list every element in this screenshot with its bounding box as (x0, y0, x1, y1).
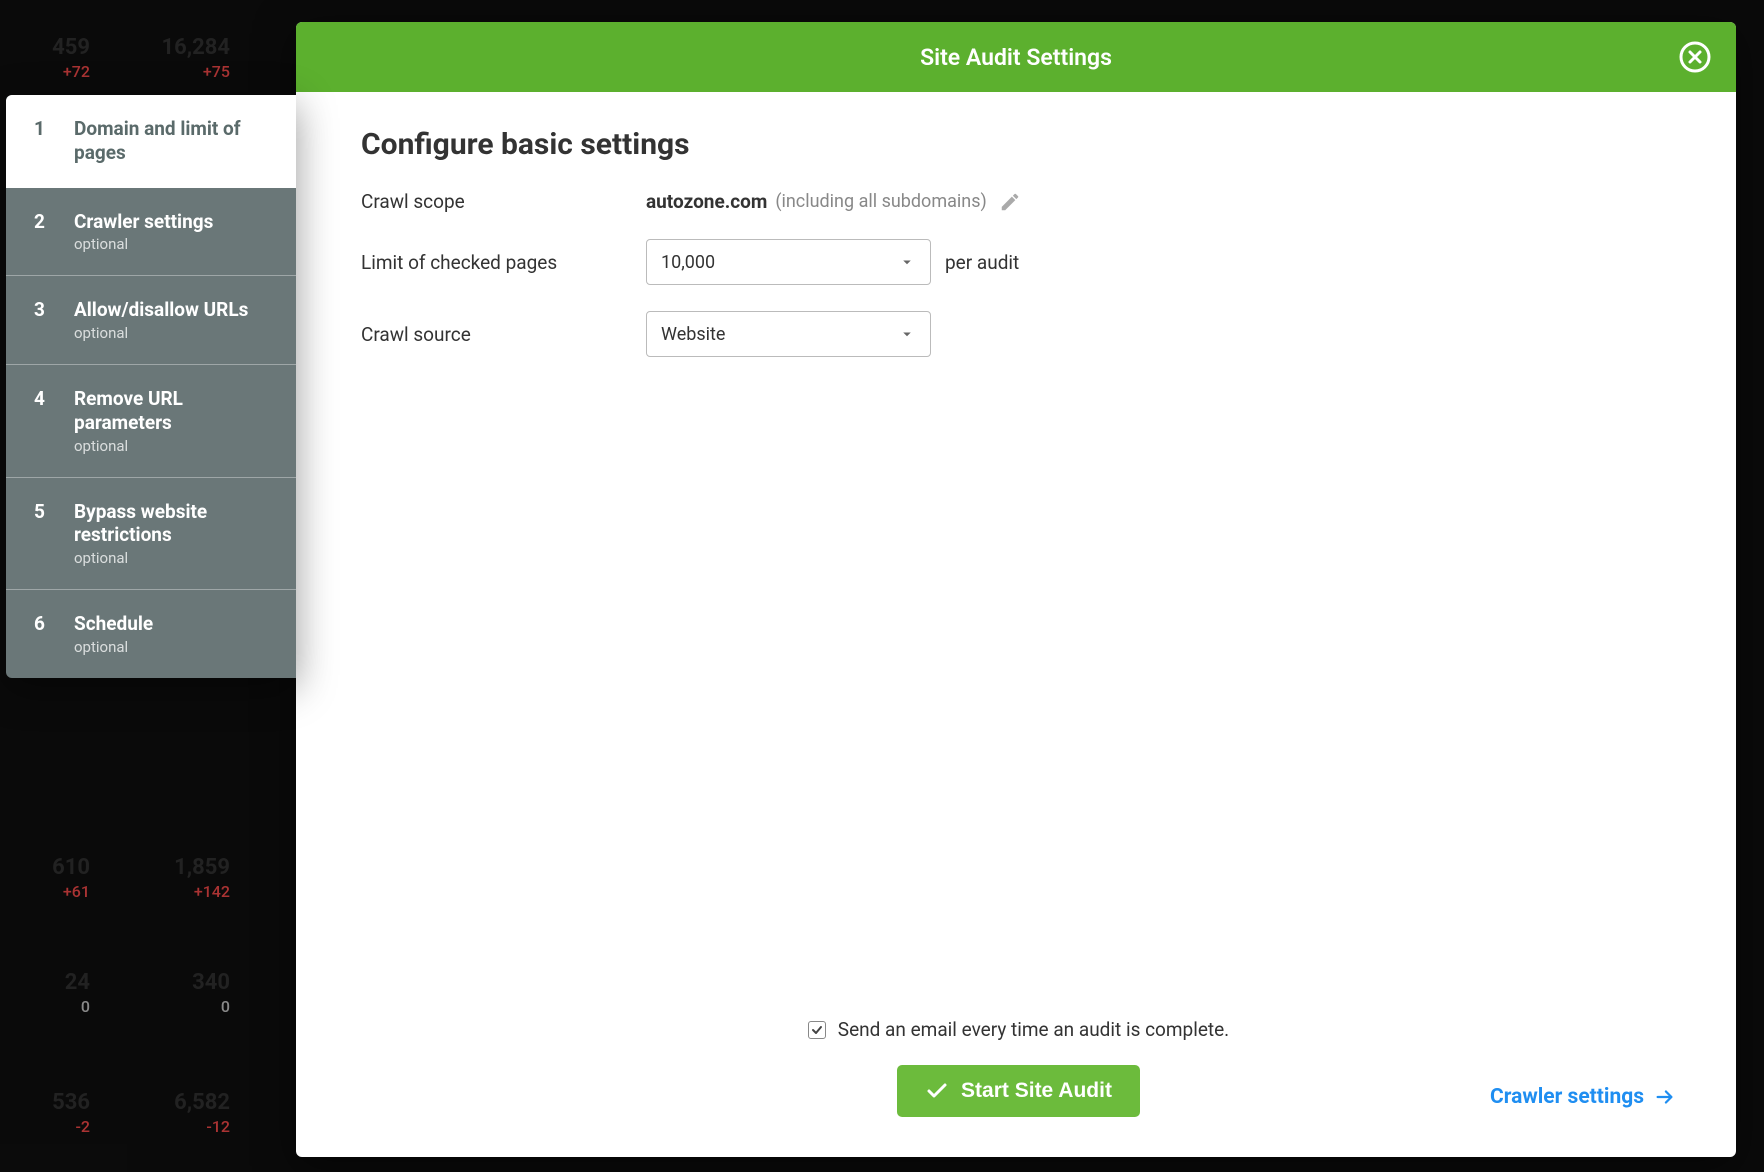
sidebar-step-2[interactable]: 2 Crawler settingsoptional (6, 188, 296, 277)
step-optional-label: optional (74, 437, 276, 455)
cell-value: 6,582 (150, 1090, 230, 1115)
email-notification-row: Send an email every time an audit is com… (361, 1018, 1676, 1041)
close-button[interactable] (1678, 40, 1712, 74)
wizard-sidebar: 1 Domain and limit of pages 2 Crawler setti… (6, 95, 296, 678)
cell-delta: 0 (150, 997, 230, 1016)
step-number: 4 (34, 387, 52, 455)
table-row: 24 0 340 0 (0, 955, 260, 1031)
table-row: 459 +72 16,284 +75 (0, 20, 260, 96)
crawl-scope-label: Crawl scope (361, 190, 646, 213)
cell-delta: +61 (10, 882, 90, 901)
cell-value: 536 (10, 1090, 90, 1115)
step-optional-label: optional (74, 638, 276, 656)
sidebar-step-1[interactable]: 1 Domain and limit of pages (6, 95, 296, 188)
table-row: 610 +61 1,859 +142 (0, 840, 260, 916)
start-site-audit-button[interactable]: Start Site Audit (897, 1065, 1140, 1117)
cell-value: 340 (150, 970, 230, 995)
step-title: Schedule (74, 612, 276, 636)
limit-select[interactable]: 10,000 (646, 239, 931, 285)
crawl-source-row: Crawl source Website (361, 311, 1676, 357)
next-link-label: Crawler settings (1490, 1085, 1644, 1109)
cell-value: 610 (10, 855, 90, 880)
crawl-scope-domain: autozone.com (646, 190, 767, 213)
chevron-down-icon (898, 325, 916, 343)
close-icon (1678, 40, 1712, 74)
modal-footer: Send an email every time an audit is com… (361, 1018, 1676, 1127)
crawler-settings-link[interactable]: Crawler settings (1490, 1085, 1676, 1109)
limit-value: 10,000 (661, 252, 715, 273)
step-number: 1 (34, 117, 52, 165)
sidebar-step-6[interactable]: 6 Schedule optional (6, 590, 296, 678)
cell-delta: +142 (150, 882, 230, 901)
email-checkbox-label: Send an email every time an audit is com… (838, 1018, 1229, 1041)
cell-delta: +72 (10, 62, 90, 81)
step-title: Domain and limit of pages (74, 117, 276, 165)
cell-delta: -2 (10, 1117, 90, 1136)
cell-value: 459 (10, 35, 90, 60)
crawl-scope-note: (including all subdomains) (775, 191, 986, 212)
crawl-scope-row: Crawl scope autozone.com (including all … (361, 190, 1676, 213)
step-optional-label: optional (74, 549, 276, 567)
limit-suffix: per audit (945, 251, 1019, 274)
sidebar-step-4[interactable]: 4 Remove URL parameters optional (6, 365, 296, 478)
section-title: Configure basic settings (361, 127, 1676, 162)
sidebar-step-3[interactable]: 3 Allow/disallow URLs optional (6, 276, 296, 365)
cell-value: 1,859 (150, 855, 230, 880)
check-icon (925, 1079, 949, 1103)
table-row: 536 -2 6,582 -12 (0, 1075, 260, 1151)
step-title: Remove URL parameters (74, 387, 276, 435)
arrow-right-icon (1654, 1086, 1676, 1108)
modal-header: Site Audit Settings (296, 22, 1736, 92)
chevron-down-icon (898, 253, 916, 271)
cell-value: 24 (10, 970, 90, 995)
site-audit-settings-modal: Site Audit Settings Configure basic sett… (296, 22, 1736, 1157)
step-number: 2 (34, 210, 52, 254)
step-title: Bypass website restrictions (74, 500, 276, 548)
modal-body: Configure basic settings Crawl scope aut… (296, 92, 1736, 1157)
sidebar-step-5[interactable]: 5 Bypass website restrictionsoptional (6, 478, 296, 591)
limit-row: Limit of checked pages 10,000 per audit (361, 239, 1676, 285)
step-title: Allow/disallow URLs (74, 298, 276, 322)
start-button-label: Start Site Audit (961, 1079, 1112, 1103)
step-optional-label: optional (74, 324, 276, 342)
step-title: Crawler settings (74, 210, 276, 234)
cell-delta: +75 (150, 62, 230, 81)
check-icon (811, 1024, 823, 1036)
crawl-source-label: Crawl source (361, 323, 646, 346)
step-number: 5 (34, 500, 52, 568)
cell-delta: -12 (150, 1117, 230, 1136)
email-checkbox[interactable] (808, 1021, 826, 1039)
crawl-source-value: Website (661, 324, 725, 345)
crawl-source-select[interactable]: Website (646, 311, 931, 357)
step-optional-label: optional (74, 235, 276, 253)
pencil-icon[interactable] (999, 191, 1021, 213)
step-number: 6 (34, 612, 52, 656)
limit-label: Limit of checked pages (361, 251, 646, 274)
cell-value: 16,284 (150, 35, 230, 60)
crawl-scope-value: autozone.com (including all subdomains) (646, 190, 1021, 213)
cell-delta: 0 (10, 997, 90, 1016)
step-number: 3 (34, 298, 52, 342)
modal-title: Site Audit Settings (920, 44, 1112, 71)
